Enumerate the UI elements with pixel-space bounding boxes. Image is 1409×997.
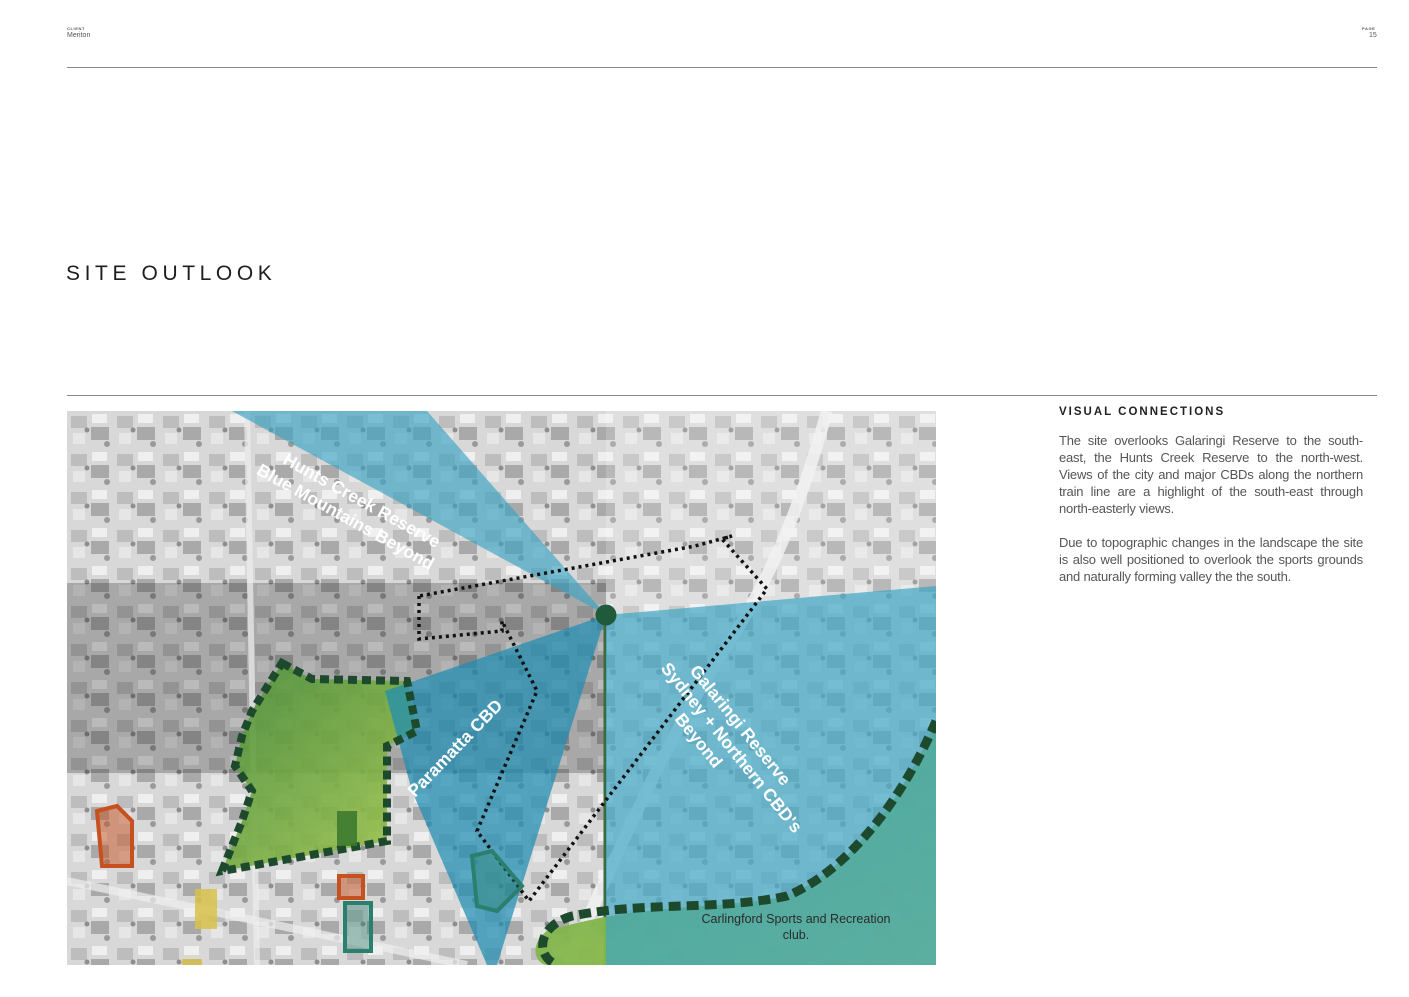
page-label: PAGE <box>1362 26 1376 31</box>
label-carlingford-line1: Carlingford Sports and Recreation <box>702 912 891 926</box>
teal-building-south <box>343 901 373 953</box>
yellow-building <box>195 889 217 929</box>
orange-building-west <box>94 803 134 868</box>
page-title: SITE OUTLOOK <box>66 262 277 285</box>
section-divider <box>67 395 1377 396</box>
header-divider <box>67 67 1377 68</box>
yellow-building-small <box>182 959 202 965</box>
visual-connections-paragraph-2: Due to topographic changes in the landsc… <box>1059 535 1363 584</box>
orange-building-small <box>337 874 365 900</box>
visual-connections-paragraph-1: The site overlooks Galaringi Reserve to … <box>1059 433 1363 516</box>
map-graphic: Hunts Creek Reserve Blue Mountains Beyon… <box>67 411 936 965</box>
client-name: Meriton <box>67 32 91 39</box>
page-number: 15 <box>1369 32 1377 39</box>
visual-connections-heading: VISUAL CONNECTIONS <box>1059 406 1226 418</box>
site-marker <box>595 604 617 626</box>
label-carlingford-line2: club. <box>783 928 809 942</box>
dark-green-pitch <box>337 811 357 846</box>
client-label: CLIENT <box>67 26 86 31</box>
site-outlook-map: Hunts Creek Reserve Blue Mountains Beyon… <box>67 411 936 965</box>
